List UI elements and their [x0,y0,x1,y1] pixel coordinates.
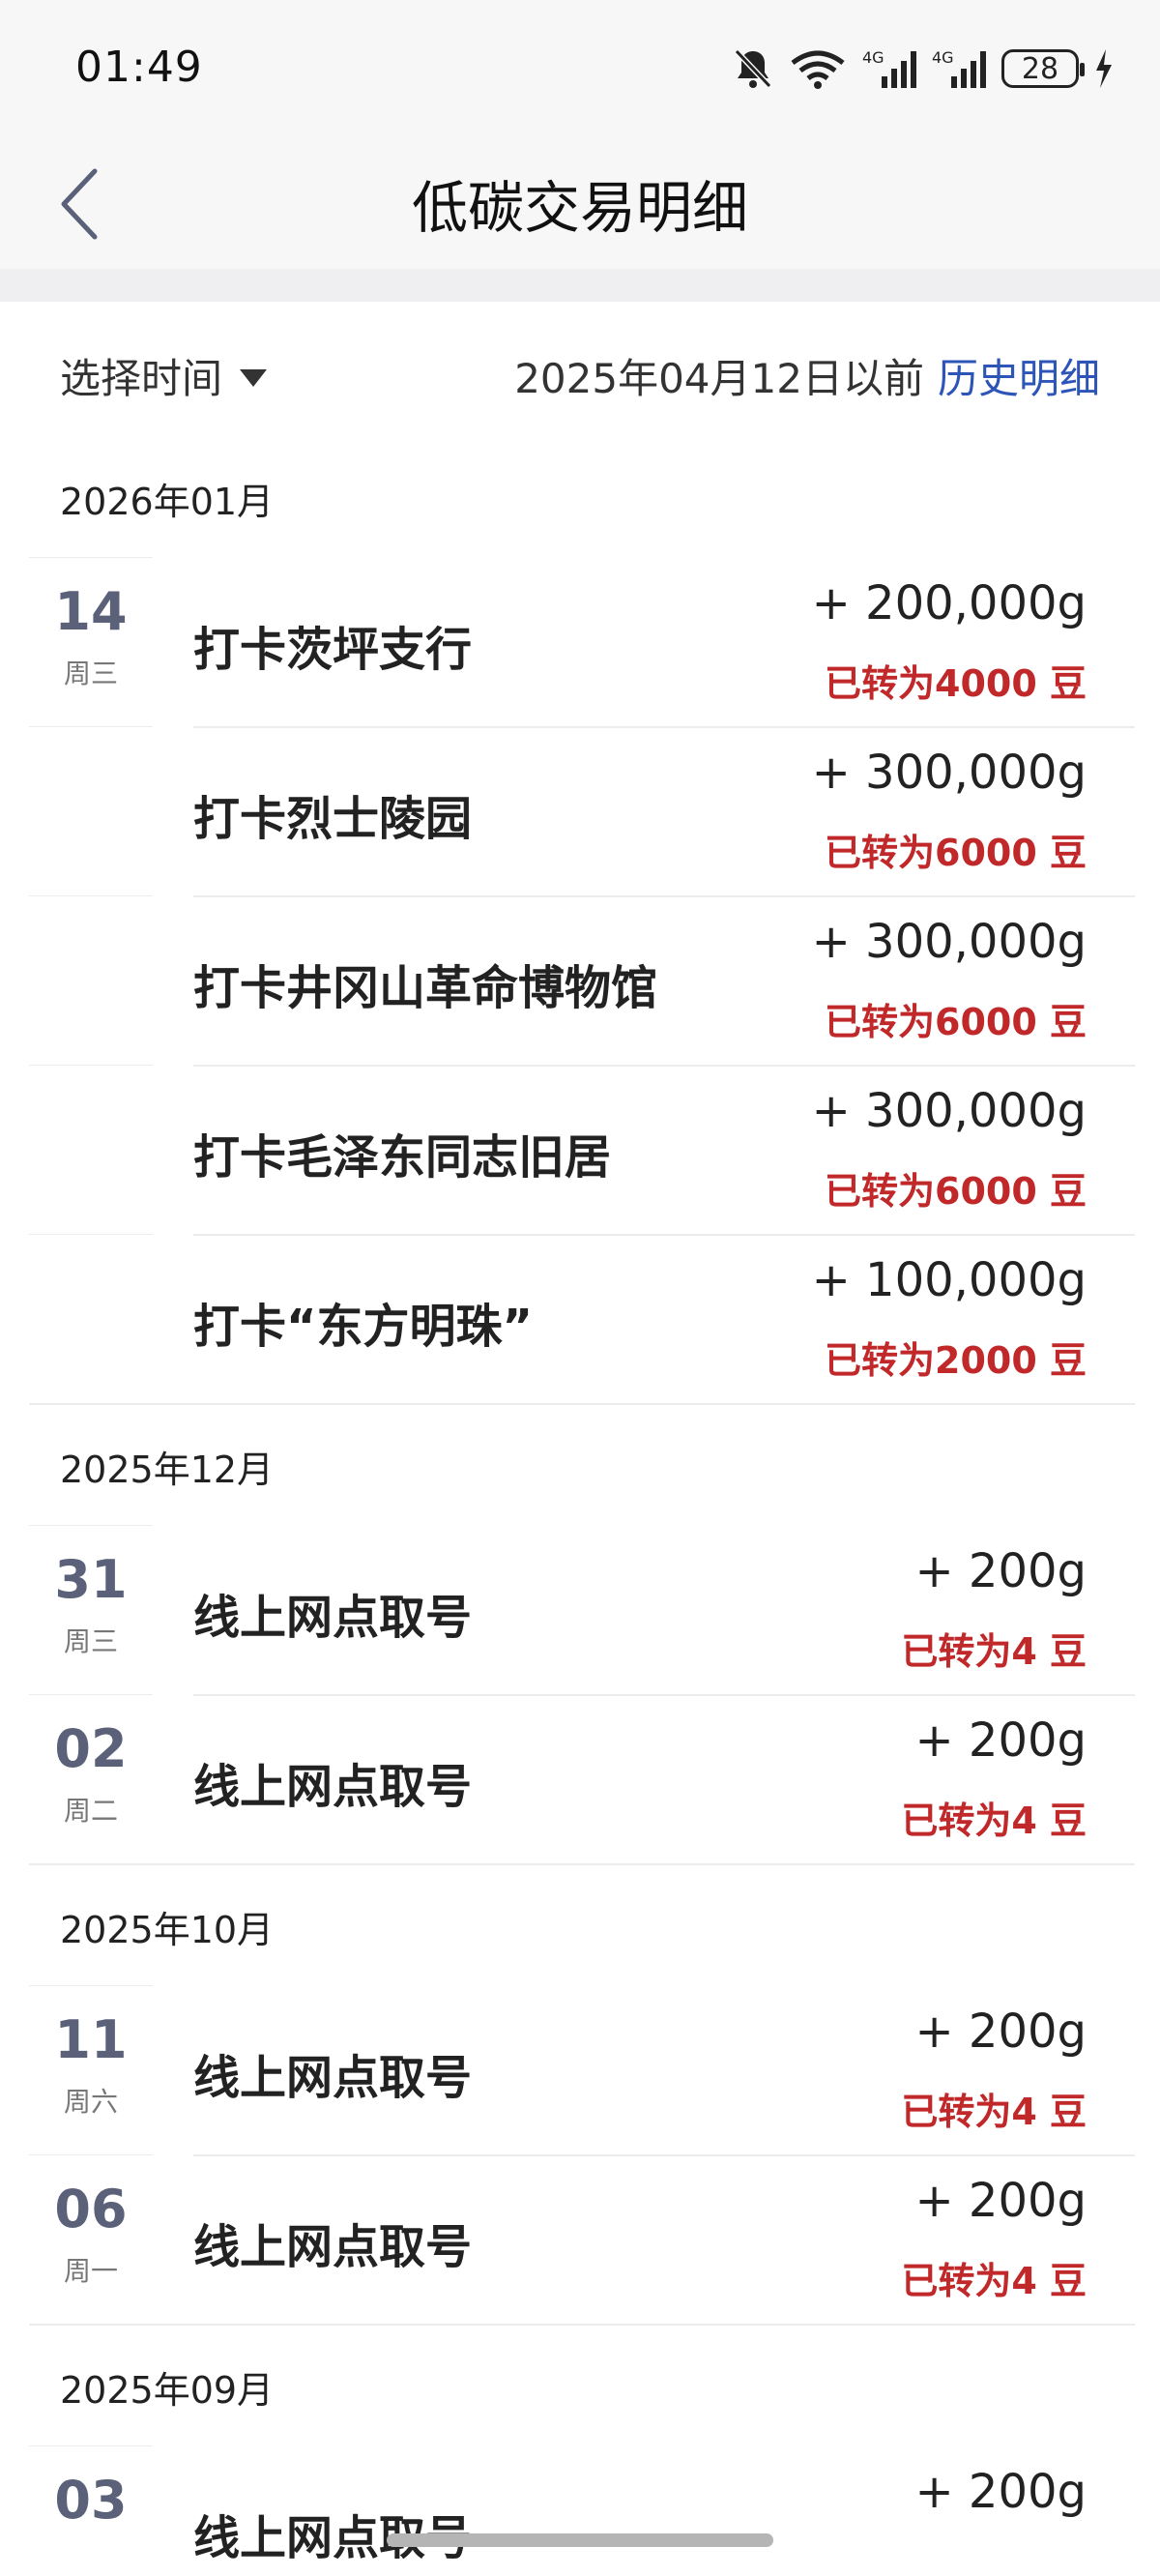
date-column: 11 周六 [29,1985,153,2155]
transaction-content: 打卡毛泽东同志旧居 + 300,000g 已转为6000 豆 [193,1065,1135,1236]
day-number: 03 [54,2470,128,2531]
transaction-row[interactable]: 03 线上网点取号 + 200g [0,2445,1160,2576]
transaction-row[interactable]: 打卡毛泽东同志旧居 + 300,000g 已转为6000 豆 [0,1065,1160,1236]
transaction-name: 打卡“东方明珠” [193,1300,534,1354]
transaction-name: 线上网点取号 [193,2220,473,2274]
battery-icon: 28 [1001,49,1085,88]
date-column [29,1065,153,1235]
converted-beans: 已转为4 豆 [901,1630,1087,1673]
transaction-name: 线上网点取号 [193,1760,473,1814]
date-column: 06 周一 [29,2154,153,2325]
transaction-list: 2026年01月 14 周三 打卡茨坪支行 + 200,000g 已转为4000 豆打卡烈… [0,437,1160,2576]
page: 01:49 4G 4G 28 低碳交易明细 选择时间 2025年04月12日以前… [0,0,1160,2576]
transaction-name: 打卡烈士陵园 [193,792,473,846]
signal-4g-icon: 4G [862,48,916,88]
status-icons: 4G 4G 28 [733,44,1114,93]
time-select-button[interactable]: 选择时间 [60,346,268,405]
transaction-name: 打卡毛泽东同志旧居 [193,1130,612,1185]
history-note: 2025年04月12日以前 历史明细 [514,346,1100,405]
transaction-amount: + 200,000g [811,576,1087,630]
date-column: 31 周三 [29,1525,153,1695]
date-column [29,1234,153,1404]
transaction-content: 线上网点取号 + 200g 已转为4 豆 [193,1525,1135,1696]
transaction-row[interactable]: 14 周三 打卡茨坪支行 + 200,000g 已转为4000 豆 [0,557,1160,728]
day-number: 02 [54,1718,128,1779]
transaction-amount: + 300,000g [811,915,1087,969]
weekday: 周一 [63,2255,118,2287]
battery-level: 28 [1021,51,1059,86]
month-header: 2025年09月 [60,2369,275,2412]
transaction-content: 线上网点取号 + 200g 已转为4 豆 [193,1694,1135,1863]
transaction-content: 打卡“东方明珠” + 100,000g 已转为2000 豆 [193,1234,1135,1403]
weekday: 周三 [63,1625,118,1657]
converted-beans: 已转为6000 豆 [825,1001,1087,1043]
weekday: 周三 [63,658,118,689]
home-indicator[interactable] [387,2533,773,2547]
filter-bar: 选择时间 2025年04月12日以前 历史明细 [0,302,1160,437]
transaction-name: 线上网点取号 [193,2051,473,2105]
day-number: 06 [54,2179,128,2239]
day-number: 31 [54,1549,128,1610]
transaction-name: 线上网点取号 [193,1591,473,1645]
page-title: 低碳交易明细 [411,175,748,241]
transaction-amount: + 200g [914,2174,1087,2228]
transaction-row[interactable]: 06 周一 线上网点取号 + 200g 已转为4 豆 [0,2154,1160,2324]
converted-beans: 已转为4 豆 [901,2091,1087,2133]
charging-icon [1096,49,1112,88]
status-time: 01:49 [75,43,203,92]
transaction-name: 打卡茨坪支行 [193,623,473,677]
svg-text:4G: 4G [862,48,884,67]
day-number: 14 [54,581,128,642]
date-column: 03 [29,2445,153,2576]
transaction-content: 线上网点取号 + 200g [193,2445,1135,2576]
transaction-row[interactable]: 02 周二 线上网点取号 + 200g 已转为4 豆 [0,1694,1160,1863]
caret-down-icon [240,368,268,387]
transaction-amount: + 300,000g [811,746,1087,800]
transaction-amount: + 300,000g [811,1084,1087,1138]
transaction-amount: + 100,000g [811,1253,1087,1307]
transaction-row[interactable]: 31 周三 线上网点取号 + 200g 已转为4 豆 [0,1525,1160,1696]
converted-beans: 已转为2000 豆 [825,1339,1087,1382]
svg-text:4G: 4G [932,48,954,67]
weekday: 周二 [63,1795,118,1827]
converted-beans: 已转为4 豆 [901,1800,1087,1842]
transaction-content: 打卡烈士陵园 + 300,000g 已转为6000 豆 [193,726,1135,897]
bell-off-icon [734,48,772,89]
converted-beans: 已转为4000 豆 [825,662,1087,705]
transaction-content: 线上网点取号 + 200g 已转为4 豆 [193,2154,1135,2324]
month-header: 2025年12月 [60,1449,275,1491]
transaction-row[interactable]: 打卡井冈山革命博物馆 + 300,000g 已转为6000 豆 [0,895,1160,1067]
date-column [29,895,153,1066]
weekday: 周六 [63,2086,118,2118]
transaction-row[interactable]: 打卡烈士陵园 + 300,000g 已转为6000 豆 [0,726,1160,897]
history-detail-link[interactable]: 历史明细 [938,346,1100,405]
transaction-amount: + 200g [914,2465,1087,2519]
section-divider [0,269,1160,302]
time-select-label: 选择时间 [60,355,223,402]
header: 低碳交易明细 [0,145,1160,269]
status-bar: 01:49 4G 4G 28 [0,0,1160,145]
converted-beans: 已转为6000 豆 [825,832,1087,874]
date-column: 02 周二 [29,1694,153,1864]
date-column: 14 周三 [29,557,153,727]
converted-beans: 已转为4 豆 [901,2260,1087,2302]
converted-beans: 已转为6000 豆 [825,1170,1087,1213]
transaction-amount: + 200g [914,2005,1087,2059]
transaction-name: 打卡井冈山革命博物馆 [193,961,658,1015]
transaction-content: 打卡茨坪支行 + 200,000g 已转为4000 豆 [193,557,1135,728]
transaction-content: 打卡井冈山革命博物馆 + 300,000g 已转为6000 豆 [193,895,1135,1067]
signal-4g-icon: 4G [932,48,986,88]
date-column [29,726,153,896]
before-date-text: 2025年04月12日以前 [514,355,924,402]
transaction-content: 线上网点取号 + 200g 已转为4 豆 [193,1985,1135,2156]
wifi-icon [791,50,845,89]
transaction-row[interactable]: 11 周六 线上网点取号 + 200g 已转为4 豆 [0,1985,1160,2156]
month-header: 2025年10月 [60,1909,275,1951]
month-header: 2026年01月 [60,481,275,523]
transaction-amount: + 200g [914,1713,1087,1768]
transaction-row[interactable]: 打卡“东方明珠” + 100,000g 已转为2000 豆 [0,1234,1160,1403]
day-number: 11 [54,2009,128,2070]
transaction-amount: + 200g [914,1544,1087,1598]
